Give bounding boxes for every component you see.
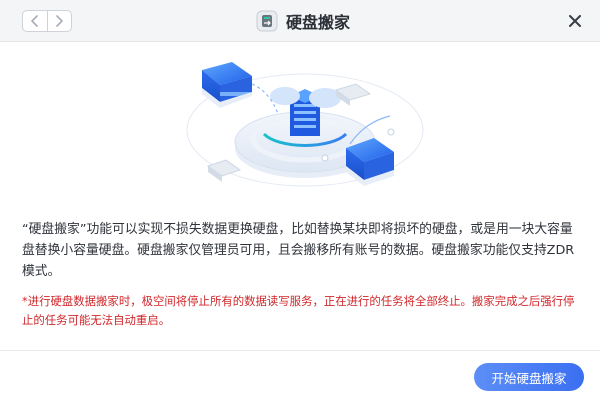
chevron-right-icon xyxy=(56,15,64,27)
window-title: 硬盘搬家 xyxy=(286,13,351,32)
feature-description: “硬盘搬家”功能可以实现不损失数据更换硬盘，比如替换某块即将损坏的硬盘，或是用一… xyxy=(22,222,575,279)
warning-note: *进行硬盘数据搬家时，极空间将停止所有的数据读写服务，正在进行的任务将全部终止。… xyxy=(22,294,575,327)
hard-disk-migration-icon xyxy=(256,10,278,32)
chevron-left-icon xyxy=(31,15,38,27)
start-migration-button[interactable]: 开始硬盘搬家 xyxy=(474,363,584,391)
window-title-group: 硬盘搬家 xyxy=(256,9,350,33)
back-button[interactable] xyxy=(23,11,47,31)
dialog-window: 硬盘搬家 “硬盘搬家”功能可以实现不损失数据更换硬盘，比如替换某块即将损坏的硬盘… xyxy=(0,0,600,403)
navigation-buttons xyxy=(22,10,72,32)
title-bar: 硬盘搬家 xyxy=(0,0,600,42)
disk-migration-illustration xyxy=(186,62,424,187)
forward-button[interactable] xyxy=(46,11,71,31)
dialog-footer: 开始硬盘搬家 xyxy=(0,350,600,403)
close-button[interactable] xyxy=(567,13,583,29)
close-icon xyxy=(569,15,581,27)
